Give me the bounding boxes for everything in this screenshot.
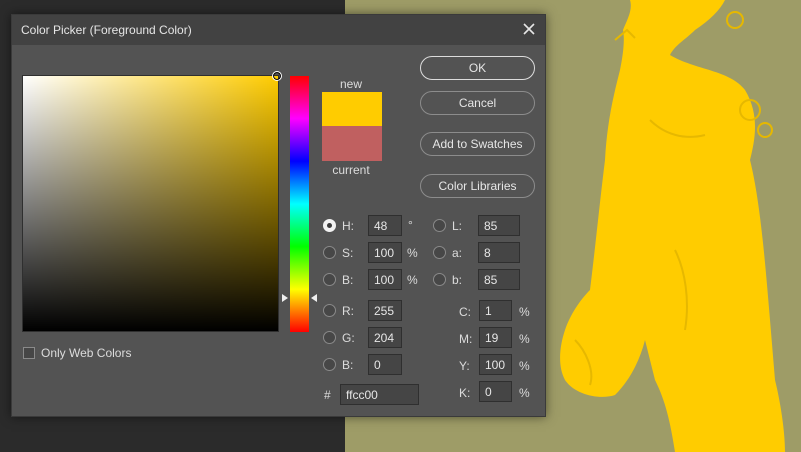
brightness-label: B: xyxy=(342,273,354,287)
lab-a-label: a: xyxy=(452,246,463,260)
close-icon[interactable] xyxy=(521,21,537,37)
lab-b-label: b: xyxy=(452,273,463,287)
dialog-title: Color Picker (Foreground Color) xyxy=(21,23,192,37)
cyan-input[interactable]: 1 xyxy=(479,300,512,321)
black-label: K: xyxy=(459,386,471,400)
lab-l-label: L: xyxy=(452,219,463,233)
cyan-unit: % xyxy=(519,305,530,319)
black-input[interactable]: 0 xyxy=(479,381,512,402)
saturation-unit: % xyxy=(407,246,418,260)
blue-input[interactable]: 0 xyxy=(368,354,402,375)
yellow-input[interactable]: 100 xyxy=(479,354,512,375)
lab-l-input[interactable]: 85 xyxy=(478,215,520,236)
hue-unit: ° xyxy=(408,218,413,232)
dialog-titlebar[interactable]: Color Picker (Foreground Color) xyxy=(12,15,545,45)
cancel-button[interactable]: Cancel xyxy=(420,91,535,115)
hue-radio[interactable] xyxy=(323,219,336,232)
blue-label: B: xyxy=(342,358,354,372)
yellow-label: Y: xyxy=(459,359,470,373)
only-web-colors[interactable]: Only Web Colors xyxy=(23,346,131,360)
saturation-radio[interactable] xyxy=(323,246,336,259)
hex-label: # xyxy=(324,388,331,402)
color-field[interactable] xyxy=(22,71,282,332)
add-to-swatches-button[interactable]: Add to Swatches xyxy=(420,132,535,156)
saturation-input[interactable]: 100 xyxy=(368,242,402,263)
red-input[interactable]: 255 xyxy=(368,300,402,321)
green-input[interactable]: 204 xyxy=(368,327,402,348)
yellow-unit: % xyxy=(519,359,530,373)
artwork-figure xyxy=(560,0,785,452)
red-radio[interactable] xyxy=(323,304,336,317)
lab-a-radio[interactable] xyxy=(433,246,446,259)
brightness-radio[interactable] xyxy=(323,273,336,286)
hue-slider-right-arrow-icon[interactable] xyxy=(311,294,317,302)
lab-l-radio[interactable] xyxy=(433,219,446,232)
color-libraries-button[interactable]: Color Libraries xyxy=(420,174,535,198)
brightness-input[interactable]: 100 xyxy=(368,269,402,290)
lab-a-input[interactable]: 8 xyxy=(478,242,520,263)
hue-label: H: xyxy=(342,219,354,233)
green-label: G: xyxy=(342,331,355,345)
color-field-marker[interactable] xyxy=(272,71,282,81)
new-color-swatch xyxy=(322,92,382,126)
magenta-input[interactable]: 19 xyxy=(479,327,512,348)
green-radio[interactable] xyxy=(323,331,336,344)
lab-b-radio[interactable] xyxy=(433,273,446,286)
current-color-label: current xyxy=(332,163,370,177)
lab-b-input[interactable]: 85 xyxy=(478,269,520,290)
brightness-unit: % xyxy=(407,273,418,287)
saturation-label: S: xyxy=(342,246,354,260)
hue-input[interactable]: 48 xyxy=(368,215,402,236)
ok-button[interactable]: OK xyxy=(420,56,535,80)
blue-radio[interactable] xyxy=(323,358,336,371)
hue-slider[interactable] xyxy=(290,76,309,332)
magenta-label: M: xyxy=(459,332,473,346)
hue-slider-left-arrow-icon[interactable] xyxy=(282,294,288,302)
magenta-unit: % xyxy=(519,332,530,346)
hex-input[interactable]: ffcc00 xyxy=(340,384,419,405)
black-unit: % xyxy=(519,386,530,400)
only-web-colors-label: Only Web Colors xyxy=(41,346,132,360)
cyan-label: C: xyxy=(459,305,471,319)
current-color-swatch[interactable] xyxy=(322,126,382,161)
red-label: R: xyxy=(342,304,354,318)
new-color-label: new xyxy=(339,77,362,91)
only-web-colors-checkbox[interactable] xyxy=(23,347,35,359)
color-picker-dialog: Color Picker (Foreground Color) Only Web… xyxy=(11,14,546,417)
